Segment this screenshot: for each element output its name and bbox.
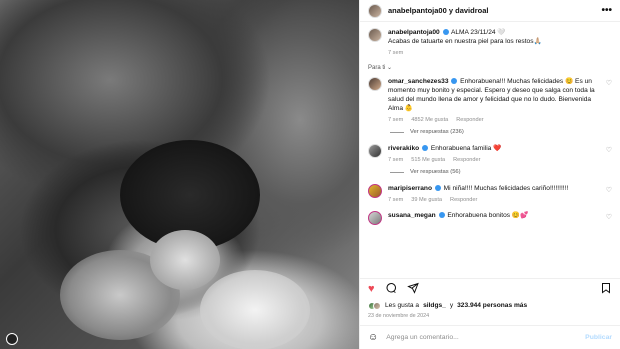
likes-middle: y: [449, 302, 454, 309]
commenter-username[interactable]: susana_megan: [388, 212, 436, 219]
commenter-avatar[interactable]: [368, 184, 382, 198]
reply-button[interactable]: Responder: [456, 117, 483, 123]
caption-text-line1: ALMA 23/11/24 🤍: [450, 29, 506, 36]
post-header: anabelpantoja00 y davidroal •••: [360, 0, 620, 22]
replies-divider: [390, 131, 404, 133]
post-photo[interactable]: [0, 0, 359, 349]
like-heart-icon[interactable]: ♥: [368, 284, 375, 295]
caption-text-line2: Acabas de tatuarte en nuestra piel para …: [388, 38, 542, 45]
liker-username[interactable]: sildgs_: [423, 302, 446, 309]
post-actions: ♥: [360, 278, 620, 300]
comment-time: 7 sem: [388, 157, 404, 163]
comment-time: 7 sem: [388, 117, 404, 123]
photo-blanket: [200, 270, 310, 349]
bookmark-icon[interactable]: [600, 282, 612, 297]
view-replies-label: Ver respuestas (56): [410, 169, 461, 175]
comment-item: maripiserrano Mi niña!!!! Muchas felicid…: [368, 184, 612, 203]
commenter-username[interactable]: riverakiko: [388, 145, 419, 152]
comment-likes[interactable]: 4852 Me gusta: [411, 117, 448, 123]
publish-button[interactable]: Publicar: [585, 334, 612, 341]
commenter-username[interactable]: omar_sanchezes33: [388, 78, 448, 85]
verified-icon: [442, 29, 449, 36]
comments-list[interactable]: anabelpantoja00 ALMA 23/11/24 🤍 Acabas d…: [360, 22, 620, 278]
view-replies-label: Ver respuestas (236): [410, 129, 464, 135]
more-options-icon[interactable]: •••: [601, 5, 612, 16]
like-comment-icon[interactable]: ♡: [606, 79, 612, 87]
likes-prefix: Les gusta a: [385, 302, 420, 309]
caption-username[interactable]: anabelpantoja00: [388, 29, 440, 36]
post-side-panel: anabelpantoja00 y davidroal ••• anabelpa…: [359, 0, 620, 349]
caption-avatar[interactable]: [368, 28, 382, 42]
verified-icon: [434, 185, 441, 192]
likes-count[interactable]: 323.944 personas más: [457, 302, 527, 309]
view-replies-button[interactable]: Ver respuestas (56): [390, 169, 612, 175]
commenter-avatar[interactable]: [368, 144, 382, 158]
comment-text: Enhorabuena bonitos 😊💕: [447, 212, 529, 219]
verified-icon: [451, 78, 458, 85]
reply-button[interactable]: Responder: [450, 197, 477, 203]
comment-item: susana_megan Enhorabuena bonitos 😊💕 ♡: [368, 211, 612, 225]
liker-avatars: [368, 301, 381, 310]
comment-likes[interactable]: 39 Me gusta: [411, 197, 442, 203]
author-username[interactable]: anabelpantoja00 y davidroal: [388, 6, 601, 15]
scroll-fade: [360, 268, 620, 278]
post-date: 23 de noviembre de 2024: [368, 313, 430, 319]
like-comment-icon[interactable]: ♡: [606, 213, 612, 221]
comment-text: Mi niña!!!! Muchas felicidades cariño!!!…: [443, 185, 569, 192]
caption: anabelpantoja00 ALMA 23/11/24 🤍 Acabas d…: [368, 28, 612, 56]
reply-button[interactable]: Responder: [453, 157, 480, 163]
likes-summary: Les gusta a sildgs_ y 323.944 personas m…: [360, 300, 620, 311]
share-icon[interactable]: [406, 282, 419, 297]
add-comment-bar: ☺ Agrega un comentario... Publicar: [360, 325, 620, 349]
comment-time: 7 sem: [388, 197, 404, 203]
commenter-avatar[interactable]: [368, 211, 382, 225]
verified-icon: [438, 212, 445, 219]
comment-icon[interactable]: [385, 282, 397, 297]
comment-input[interactable]: Agrega un comentario...: [386, 334, 577, 341]
sort-comments-toggle[interactable]: Para ti ⌄: [368, 64, 612, 71]
post-viewer: anabelpantoja00 y davidroal ••• anabelpa…: [0, 0, 620, 349]
emoji-icon[interactable]: ☺: [368, 332, 378, 343]
like-comment-icon[interactable]: ♡: [606, 186, 612, 194]
verified-icon: [422, 145, 429, 152]
comment-text: Enhorabuena familia ❤️: [430, 145, 502, 152]
photo-baby: [150, 230, 220, 290]
author-avatar[interactable]: [368, 3, 382, 18]
comment-likes[interactable]: 515 Me gusta: [411, 157, 445, 163]
view-replies-button[interactable]: Ver respuestas (236): [390, 129, 612, 135]
commenter-username[interactable]: maripiserrano: [388, 185, 432, 192]
commenter-avatar[interactable]: [368, 77, 382, 91]
tagged-users-icon[interactable]: [6, 333, 18, 345]
like-comment-icon[interactable]: ♡: [606, 146, 612, 154]
comment-item: riverakiko Enhorabuena familia ❤️ 7 sem …: [368, 144, 612, 163]
comment-item: omar_sanchezes33 Enhorabuena!!! Muchas f…: [368, 77, 612, 123]
caption-time: 7 sem: [388, 50, 404, 56]
replies-divider: [390, 171, 404, 173]
